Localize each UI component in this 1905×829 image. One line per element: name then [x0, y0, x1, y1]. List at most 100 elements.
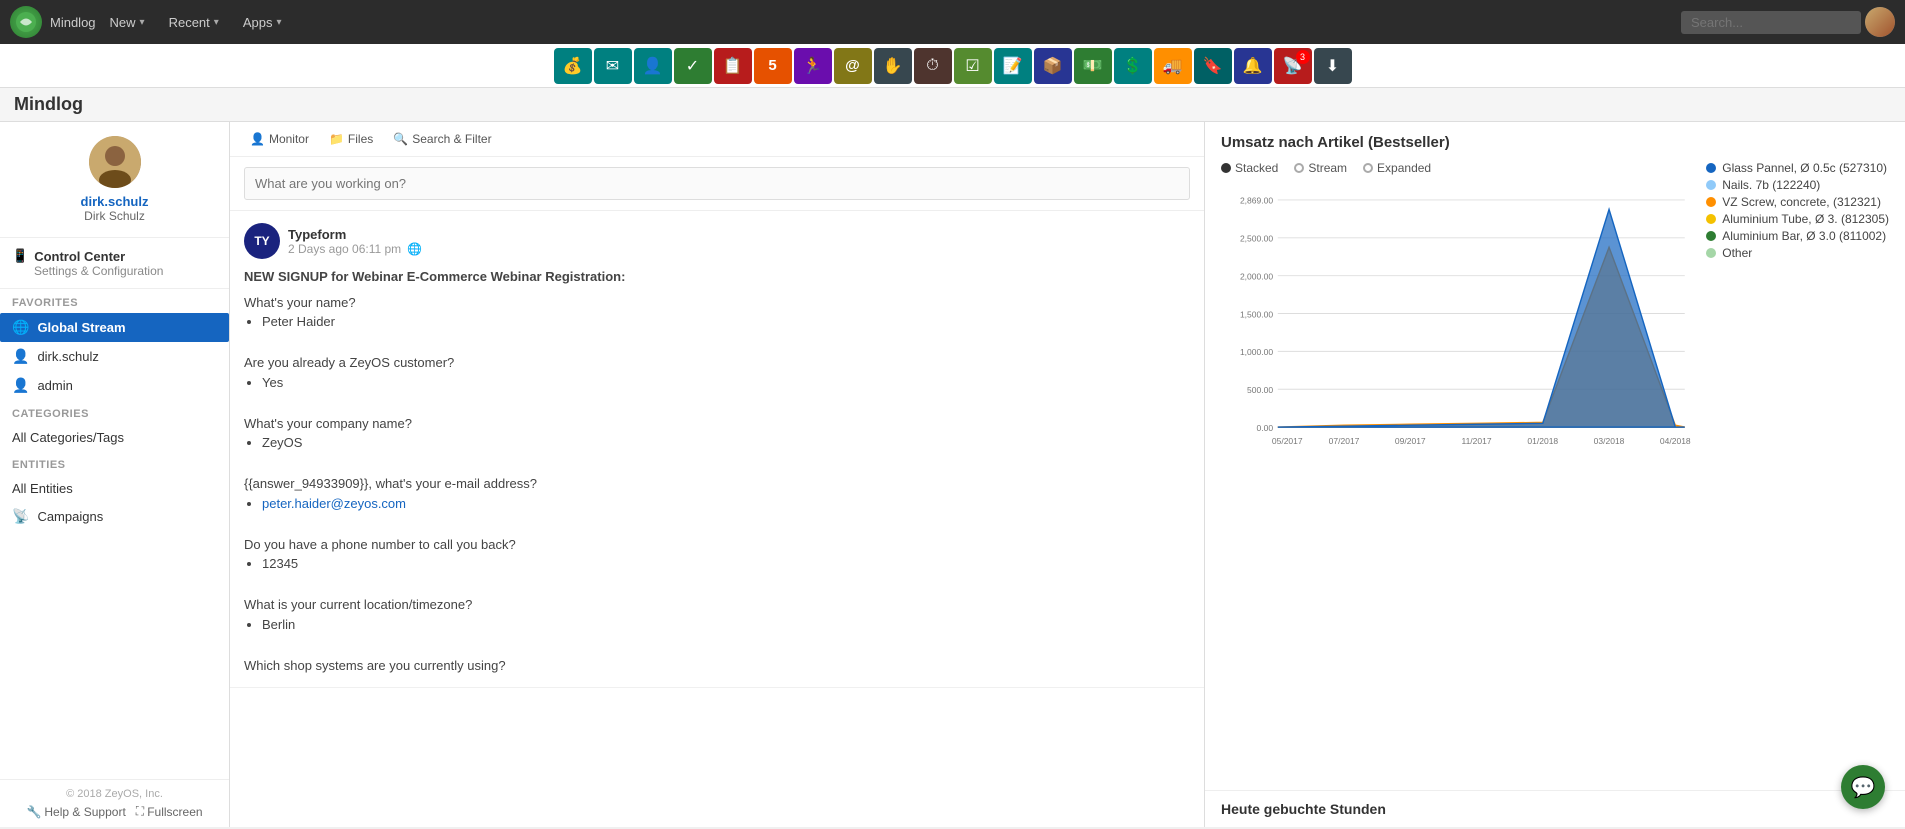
monitor-icon: 👤: [250, 132, 265, 146]
sidebar-item-label: Campaigns: [37, 509, 103, 524]
sidebar-item-all-entities[interactable]: All Entities: [0, 475, 229, 502]
control-center-label: Control Center: [34, 249, 125, 264]
five-icon-btn[interactable]: 5: [754, 48, 792, 84]
categories-section-label: CATEGORIES: [0, 400, 229, 424]
fullscreen-icon: ⛶: [136, 804, 144, 819]
compose-input[interactable]: [244, 167, 1190, 200]
bookmark-icon-btn[interactable]: 🔖: [1194, 48, 1232, 84]
feed-scroll[interactable]: TY Typeform 2 Days ago 06:11 pm 🌐 NEW SI…: [230, 211, 1204, 827]
notifications-icon-btn[interactable]: 🔔: [1234, 48, 1272, 84]
sidebar-item-all-categories[interactable]: All Categories/Tags: [0, 424, 229, 451]
monitor-btn[interactable]: 👤 Monitor: [240, 128, 319, 150]
feed-globe-icon: 🌐: [407, 242, 422, 256]
sidebar-item-label: dirk.schulz: [37, 349, 98, 364]
recent-menu[interactable]: Recent▾: [159, 11, 229, 34]
user-icon-dirk: 👤: [12, 348, 29, 365]
dollar-icon-btn[interactable]: 💲: [1114, 48, 1152, 84]
user-icon-admin: 👤: [12, 377, 29, 394]
sidebar-user-section: dirk.schulz Dirk Schulz: [0, 122, 229, 238]
feed-sender: Typeform: [288, 227, 422, 242]
crm-icon-btn[interactable]: 📋: [714, 48, 752, 84]
download-icon-btn[interactable]: ⬇: [1314, 48, 1352, 84]
svg-text:2,500.00: 2,500.00: [1240, 234, 1273, 244]
checklist-icon-btn[interactable]: ☑: [954, 48, 992, 84]
expanded-radio[interactable]: Expanded: [1363, 161, 1431, 175]
apps-menu[interactable]: Apps▾: [233, 11, 292, 34]
user-avatar[interactable]: [1865, 7, 1895, 37]
settings-label: Settings & Configuration: [34, 264, 217, 278]
help-support-link[interactable]: 🔧 Help & Support: [26, 804, 125, 819]
feed-q3: What's your company name?: [244, 414, 1190, 434]
feed-a5: 12345: [262, 554, 1190, 574]
stacked-radio[interactable]: Stacked: [1221, 161, 1278, 175]
logo[interactable]: [10, 6, 42, 38]
search-input[interactable]: [1681, 11, 1861, 34]
svg-text:2,869.00: 2,869.00: [1240, 196, 1273, 206]
feed-a3: ZeyOS: [262, 433, 1190, 453]
stream-radio[interactable]: Stream: [1294, 161, 1347, 175]
compose-area: [230, 157, 1204, 211]
entities-section-label: ENTITIES: [0, 451, 229, 475]
app-icon-bar: 💰 ✉ 👤 ✓ 📋 5 🏃 @ ✋ ⏱ ☑ 📝 📦 💵 💲 🚚 🔖 🔔 📡3 ⬇: [0, 44, 1905, 88]
sidebar-username[interactable]: dirk.schulz: [81, 194, 149, 209]
run-icon-btn[interactable]: 🏃: [794, 48, 832, 84]
svg-text:07/2017: 07/2017: [1329, 436, 1360, 446]
delivery-icon-btn[interactable]: 🚚: [1154, 48, 1192, 84]
files-btn[interactable]: 📁 Files: [319, 128, 383, 150]
legend-item-3: Aluminium Tube, Ø 3. (812305): [1706, 212, 1889, 226]
global-stream-icon: 🌐: [12, 319, 29, 336]
sidebar-item-dirk[interactable]: 👤 dirk.schulz: [0, 342, 229, 371]
sidebar-item-global-stream[interactable]: 🌐 Global Stream: [0, 313, 229, 342]
money-icon-btn[interactable]: 💵: [1074, 48, 1112, 84]
warehouse-icon-btn[interactable]: 📦: [1034, 48, 1072, 84]
page-title: Mindlog: [0, 88, 1905, 122]
legend-item-2: VZ Screw, concrete, (312321): [1706, 195, 1889, 209]
signal-icon-btn[interactable]: 📡3: [1274, 48, 1312, 84]
chat-bubble-btn[interactable]: 💬: [1841, 765, 1885, 809]
at-icon-btn[interactable]: @: [834, 48, 872, 84]
contacts-icon-btn[interactable]: 👤: [634, 48, 672, 84]
sidebar-item-label: All Entities: [12, 481, 73, 496]
help-icon: 🔧: [26, 805, 41, 819]
feed-avatar: TY: [244, 223, 280, 259]
svg-text:01/2018: 01/2018: [1527, 436, 1558, 446]
svg-text:1,500.00: 1,500.00: [1240, 309, 1273, 319]
feed-item: TY Typeform 2 Days ago 06:11 pm 🌐 NEW SI…: [230, 211, 1204, 688]
chart-bottom-section: Heute gebuchte Stunden: [1205, 791, 1905, 827]
tasks-icon-btn[interactable]: ✓: [674, 48, 712, 84]
chart-title: Umsatz nach Artikel (Bestseller): [1221, 134, 1889, 151]
mail-icon-btn[interactable]: ✉: [594, 48, 632, 84]
center-toolbar: 👤 Monitor 📁 Files 🔍 Search & Filter: [230, 122, 1204, 157]
legend-item-5: Other: [1706, 246, 1889, 260]
search-filter-btn[interactable]: 🔍 Search & Filter: [383, 128, 501, 150]
feed-header: TY Typeform 2 Days ago 06:11 pm 🌐: [244, 223, 1190, 259]
notes-icon-btn[interactable]: 📝: [994, 48, 1032, 84]
sidebar-item-campaigns[interactable]: 📡 Campaigns: [0, 502, 229, 531]
finance-icon-btn[interactable]: 💰: [554, 48, 592, 84]
search-filter-icon: 🔍: [393, 132, 408, 146]
chart-controls: Stacked Stream Expanded: [1221, 161, 1694, 175]
feed-q5: Do you have a phone number to call you b…: [244, 535, 1190, 555]
chart-area: Stacked Stream Expanded: [1221, 161, 1694, 466]
timer-icon-btn[interactable]: ⏱: [914, 48, 952, 84]
feed-q1: What's your name?: [244, 293, 1190, 313]
feed-a4-link[interactable]: peter.haider@zeyos.com: [262, 496, 406, 511]
svg-text:1,000.00: 1,000.00: [1240, 347, 1273, 357]
svg-text:11/2017: 11/2017: [1461, 436, 1491, 446]
feed-a1: Peter Haider: [262, 312, 1190, 332]
copyright-text: © 2018 ZeyOS, Inc.: [12, 788, 217, 800]
sidebar-control-center[interactable]: 📱 Control Center Settings & Configuratio…: [0, 238, 229, 289]
svg-text:04/2018: 04/2018: [1660, 436, 1691, 446]
hand-icon-btn[interactable]: ✋: [874, 48, 912, 84]
fullscreen-link[interactable]: ⛶ Fullscreen: [136, 804, 203, 819]
feed-q7: Which shop systems are you currently usi…: [244, 656, 1190, 676]
svg-text:500.00: 500.00: [1247, 385, 1273, 395]
new-menu[interactable]: New▾: [100, 11, 155, 34]
legend-item-1: Nails. 7b (122240): [1706, 178, 1889, 192]
feed-a6: Berlin: [262, 615, 1190, 635]
sidebar-item-label: All Categories/Tags: [12, 430, 124, 445]
sidebar-item-admin[interactable]: 👤 admin: [0, 371, 229, 400]
chart-bottom-title: Heute gebuchte Stunden: [1221, 801, 1889, 817]
svg-text:2,000.00: 2,000.00: [1240, 271, 1273, 281]
files-icon: 📁: [329, 132, 344, 146]
